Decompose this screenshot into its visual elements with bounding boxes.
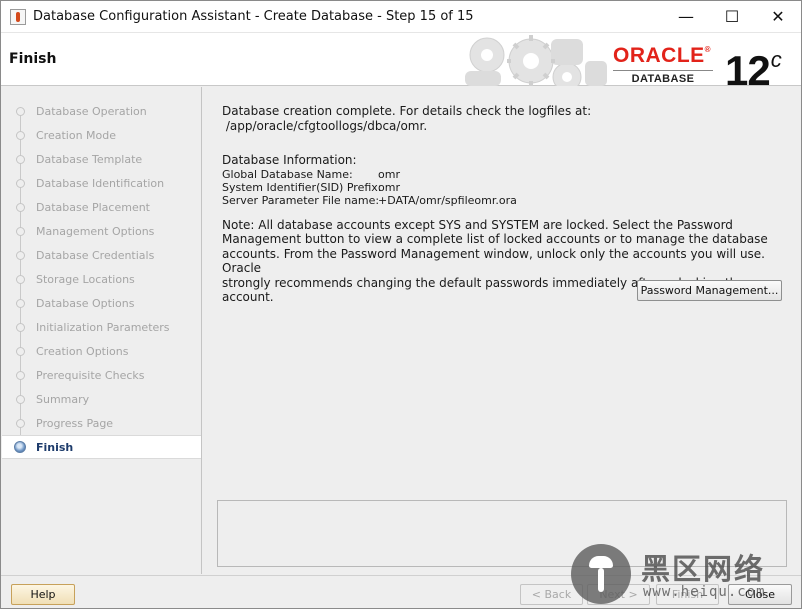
help-label: Help — [30, 588, 56, 601]
database-info: Global Database Name: omr System Identif… — [222, 168, 792, 207]
info-value: +DATA/omr/spfileomr.ora — [378, 193, 517, 207]
step-indicator-icon — [16, 179, 25, 188]
step-indicator-icon — [16, 299, 25, 308]
close-window-button[interactable]: ✕ — [755, 1, 801, 32]
completion-message: Database creation complete. For details … — [222, 104, 592, 118]
step-title: Finish — [9, 51, 57, 67]
version-number: 12 — [725, 47, 771, 94]
nav-step-summary[interactable]: Summary — [2, 387, 201, 411]
step-navigation: Database Operation Creation Mode Database … — [2, 87, 202, 574]
note-line: Management button to view a complete lis… — [222, 232, 768, 246]
back-label: < Back — [531, 588, 572, 601]
nav-step-storage-locations[interactable]: Storage Locations — [2, 267, 201, 291]
database-info-heading: Database Information: — [222, 153, 357, 167]
close-button[interactable]: Close — [728, 584, 792, 605]
step-indicator-icon — [16, 347, 25, 356]
step-indicator-icon — [16, 251, 25, 260]
nav-step-label: Database Placement — [36, 200, 150, 214]
nav-step-management-options[interactable]: Management Options — [2, 219, 201, 243]
info-key: System Identifier(SID) Prefix: — [222, 180, 382, 194]
step-indicator-icon — [16, 227, 25, 236]
next-label: Next > — [599, 588, 638, 601]
finish-button[interactable]: Finish — [656, 584, 719, 605]
header-band: Finish ORACLE® DATABASE 12c — [1, 32, 801, 94]
window-controls: — ☐ ✕ — [663, 1, 801, 32]
step-indicator-icon — [16, 203, 25, 212]
details-panel — [217, 500, 787, 567]
nav-step-label: Storage Locations — [36, 272, 135, 286]
step-indicator-icon — [16, 107, 25, 116]
next-button[interactable]: Next > — [587, 584, 650, 605]
version-suffix: c — [770, 47, 782, 72]
nav-step-label: Prerequisite Checks — [36, 368, 145, 382]
footer-separator — [1, 575, 801, 576]
nav-step-label: Finish — [36, 440, 74, 454]
nav-step-finish[interactable]: Finish — [2, 435, 201, 459]
info-key: Global Database Name: — [222, 167, 353, 181]
oracle-wordmark: ORACLE — [613, 44, 705, 67]
step-indicator-icon — [16, 275, 25, 284]
back-button[interactable]: < Back — [520, 584, 583, 605]
window-title: Database Configuration Assistant - Creat… — [33, 9, 474, 24]
finish-content: Database creation complete. For details … — [222, 104, 792, 305]
step-indicator-icon — [16, 155, 25, 164]
nav-step-initialization-parameters[interactable]: Initialization Parameters — [2, 315, 201, 339]
nav-step-progress-page[interactable]: Progress Page — [2, 411, 201, 435]
maximize-button[interactable]: ☐ — [709, 1, 755, 32]
note-line: Note: All database accounts except SYS a… — [222, 217, 733, 232]
nav-step-database-placement[interactable]: Database Placement — [2, 195, 201, 219]
nav-step-database-operation[interactable]: Database Operation — [2, 99, 201, 123]
step-indicator-icon — [16, 419, 25, 428]
nav-step-label: Database Credentials — [36, 248, 155, 262]
step-indicator-icon — [16, 131, 25, 140]
help-button[interactable]: Help — [11, 584, 75, 605]
step-indicator-icon — [16, 395, 25, 404]
step-indicator-icon — [16, 323, 25, 332]
info-row-spfile: Server Parameter File name: +DATA/omr/sp… — [222, 194, 792, 207]
nav-step-label: Creation Mode — [36, 128, 117, 142]
password-management-label: Password Management... — [640, 284, 779, 297]
nav-step-database-identification[interactable]: Database Identification — [2, 171, 201, 195]
nav-step-label: Management Options — [36, 224, 155, 238]
info-value: omr — [378, 167, 400, 181]
nav-step-label: Database Options — [36, 296, 135, 310]
nav-step-label: Creation Options — [36, 344, 129, 358]
nav-step-label: Progress Page — [36, 416, 114, 430]
nav-step-label: Database Template — [36, 152, 143, 166]
java-app-icon — [10, 8, 26, 25]
gears-graphic-icon — [465, 35, 607, 86]
registered-mark: ® — [704, 45, 712, 54]
nav-step-database-options[interactable]: Database Options — [2, 291, 201, 315]
oracle-database-label: DATABASE — [613, 70, 713, 85]
close-label: Close — [745, 588, 775, 601]
info-row-sid-prefix: System Identifier(SID) Prefix: omr — [222, 181, 792, 194]
note-line: accounts. From the Password Management w… — [222, 246, 765, 276]
nav-step-label: Initialization Parameters — [36, 320, 170, 334]
info-key: Server Parameter File name: — [222, 193, 380, 207]
dbca-window: Database Configuration Assistant - Creat… — [0, 0, 802, 609]
logfile-path: /app/oracle/cfgtoollogs/dbca/omr. — [222, 118, 428, 133]
password-management-button[interactable]: Password Management... — [637, 280, 782, 301]
nav-step-label: Database Operation — [36, 104, 147, 118]
minimize-button[interactable]: — — [663, 1, 709, 32]
nav-step-creation-options[interactable]: Creation Options — [2, 339, 201, 363]
version-badge: 12c — [725, 37, 782, 94]
step-indicator-icon — [16, 371, 25, 380]
current-step-indicator-icon — [14, 441, 26, 453]
oracle-database-logo: ORACLE® DATABASE — [613, 39, 723, 85]
info-value: omr — [378, 180, 400, 194]
nav-step-label: Database Identification — [36, 176, 165, 190]
nav-step-prerequisite-checks[interactable]: Prerequisite Checks — [2, 363, 201, 387]
nav-step-database-credentials[interactable]: Database Credentials — [2, 243, 201, 267]
title-bar: Database Configuration Assistant - Creat… — [1, 1, 801, 32]
finish-label: Finish — [671, 588, 704, 601]
nav-step-creation-mode[interactable]: Creation Mode — [2, 123, 201, 147]
nav-step-database-template[interactable]: Database Template — [2, 147, 201, 171]
nav-step-label: Summary — [36, 392, 90, 406]
info-row-global-db-name: Global Database Name: omr — [222, 168, 792, 181]
